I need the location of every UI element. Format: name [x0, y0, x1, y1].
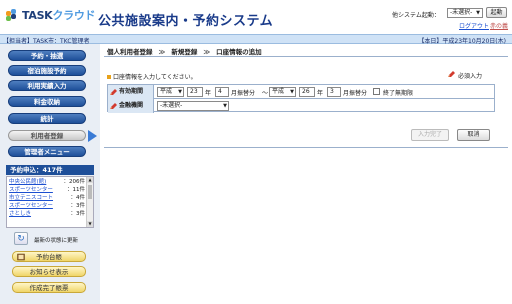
- today-date: 【本日】平成23年10月20日(木): [418, 38, 506, 45]
- bank-label: 金融機関: [108, 99, 154, 113]
- year-unit: 年: [317, 90, 324, 97]
- list-item[interactable]: スポーツセンター ：11件: [9, 187, 85, 194]
- nav-user-registration[interactable]: 利用者登録: [8, 130, 86, 141]
- chevron-down-icon: ▼: [476, 10, 480, 16]
- list-item[interactable]: さとしき ：3件: [9, 211, 85, 218]
- header: TASKクラウド 公共施設案内・予約システム 他システム起動： -未選択- ▼ 起…: [0, 0, 512, 34]
- cancel-button[interactable]: 取消: [457, 129, 490, 141]
- task-cloud-logo: TASKクラウド: [6, 8, 96, 22]
- breadcrumb-separator-icon: ≫: [158, 48, 166, 56]
- active-nav-arrow-icon: [88, 130, 97, 142]
- breadcrumb: 個人利用者登録 ≫ 新規登録 ≫ 口座情報の追加: [107, 46, 262, 56]
- divider: [104, 147, 508, 148]
- nav-statistics[interactable]: 統計: [8, 113, 86, 124]
- input-complete-button[interactable]: 入力完了: [411, 129, 449, 141]
- month-from-select[interactable]: 4: [215, 87, 229, 97]
- account-form: 有効期間 平成 ▼ 23 年 4 月振替分 ～ 平成 ▼ 26 年 3 月振替分 終…: [107, 84, 495, 113]
- no-end-checkbox[interactable]: [373, 88, 380, 95]
- breadcrumb-separator-icon: ≫: [203, 48, 211, 56]
- logo-text-task: TASK: [22, 9, 53, 22]
- instruction: 口座情報を入力してください。: [107, 72, 197, 81]
- month-to-select[interactable]: 3: [327, 87, 341, 97]
- refresh-label: 最新の状態に更新: [34, 238, 79, 244]
- required-label: 必須入力: [458, 73, 483, 80]
- user-link[interactable]: 赤の義: [490, 21, 508, 30]
- message-scrollbar[interactable]: ▲ ▼: [86, 177, 93, 227]
- message-list: 中央公民館(館) ：206件 スポーツセンター ：11件 市立テニスコート ：4件 ス…: [6, 176, 94, 228]
- pencil-icon: [110, 89, 117, 95]
- system-select[interactable]: -未選択- ▼: [447, 8, 483, 18]
- pencil-icon: [448, 71, 455, 77]
- list-item[interactable]: 市立テニスコート ：4件: [9, 195, 85, 202]
- logo-text-cloud: クラウド: [52, 9, 96, 22]
- nav-reservation-lottery[interactable]: 予約・抽選: [8, 50, 86, 61]
- scroll-down-icon[interactable]: ▼: [87, 221, 93, 227]
- logo-mark-icon: [6, 9, 20, 21]
- notice-display-button[interactable]: お知らせ表示: [12, 266, 86, 277]
- divider: [104, 56, 508, 57]
- app-title: 公共施設案内・予約システム: [98, 14, 274, 29]
- bank-select[interactable]: -未選択- ▼: [157, 101, 229, 111]
- breadcrumb-item: 口座情報の追加: [216, 48, 262, 56]
- nav-usage-record[interactable]: 利用実績入力: [8, 80, 86, 91]
- era-from-select[interactable]: 平成 ▼: [157, 87, 184, 97]
- range-separator: ～: [262, 90, 269, 97]
- nav-fee-collection[interactable]: 料金収納: [8, 96, 86, 107]
- instruction-text: 口座情報を入力してください。: [113, 74, 197, 81]
- bullet-icon: [107, 75, 111, 79]
- year-from-select[interactable]: 23: [187, 87, 203, 97]
- logout-link[interactable]: ログアウト: [459, 21, 489, 30]
- required-legend: 必須入力: [448, 71, 483, 80]
- info-bar: 【担当者】TASK市：TKC管理者 【本日】平成23年10月20日(木): [0, 34, 512, 45]
- system-select-value: -未選択-: [450, 9, 473, 16]
- era-to-select[interactable]: 平成 ▼: [269, 87, 296, 97]
- completed-forms-button[interactable]: 作成完了帳票: [12, 282, 86, 293]
- year-unit: 年: [205, 90, 212, 97]
- chevron-down-icon: ▼: [290, 89, 294, 95]
- refresh-icon[interactable]: ↻: [14, 232, 28, 245]
- launch-button[interactable]: 起動: [486, 7, 507, 18]
- pencil-icon: [110, 103, 117, 109]
- message-header: 予約申込：417件: [6, 165, 94, 175]
- list-item[interactable]: スポーツセンター ：3件: [9, 203, 85, 210]
- scroll-thumb[interactable]: [88, 185, 92, 199]
- year-to-select[interactable]: 26: [299, 87, 315, 97]
- bank-row: 金融機関 -未選択- ▼: [108, 99, 494, 113]
- list-item[interactable]: 中央公民館(館) ：206件: [9, 179, 85, 186]
- month-from-suffix: 月振替分: [231, 90, 256, 97]
- validity-label: 有効期間: [108, 85, 154, 99]
- no-end-label: 終了無期限: [383, 90, 414, 97]
- breadcrumb-item: 新規登録: [171, 48, 198, 56]
- month-to-suffix: 月振替分: [343, 90, 368, 97]
- breadcrumb-item: 個人利用者登録: [107, 48, 153, 56]
- validity-row: 有効期間 平成 ▼ 23 年 4 月振替分 ～ 平成 ▼ 26 年 3 月振替分 終…: [108, 85, 494, 99]
- reservation-ledger-label: 予約台帳: [36, 253, 62, 261]
- reservation-ledger-button[interactable]: 予約台帳: [12, 251, 86, 262]
- nav-lodging-reservation[interactable]: 宿泊施設予約: [8, 65, 86, 76]
- nav-admin-menu[interactable]: 管理者メニュー: [8, 146, 86, 157]
- sidebar: 予約・抽選 宿泊施設予約 利用実績入力 料金収納 統計 利用者登録 管理者メニュ…: [0, 44, 100, 304]
- other-system-label: 他システム起動：: [392, 12, 440, 19]
- scroll-up-icon[interactable]: ▲: [87, 177, 93, 183]
- book-icon: [17, 253, 25, 261]
- chevron-down-icon: ▼: [178, 89, 182, 95]
- chevron-down-icon: ▼: [223, 103, 227, 109]
